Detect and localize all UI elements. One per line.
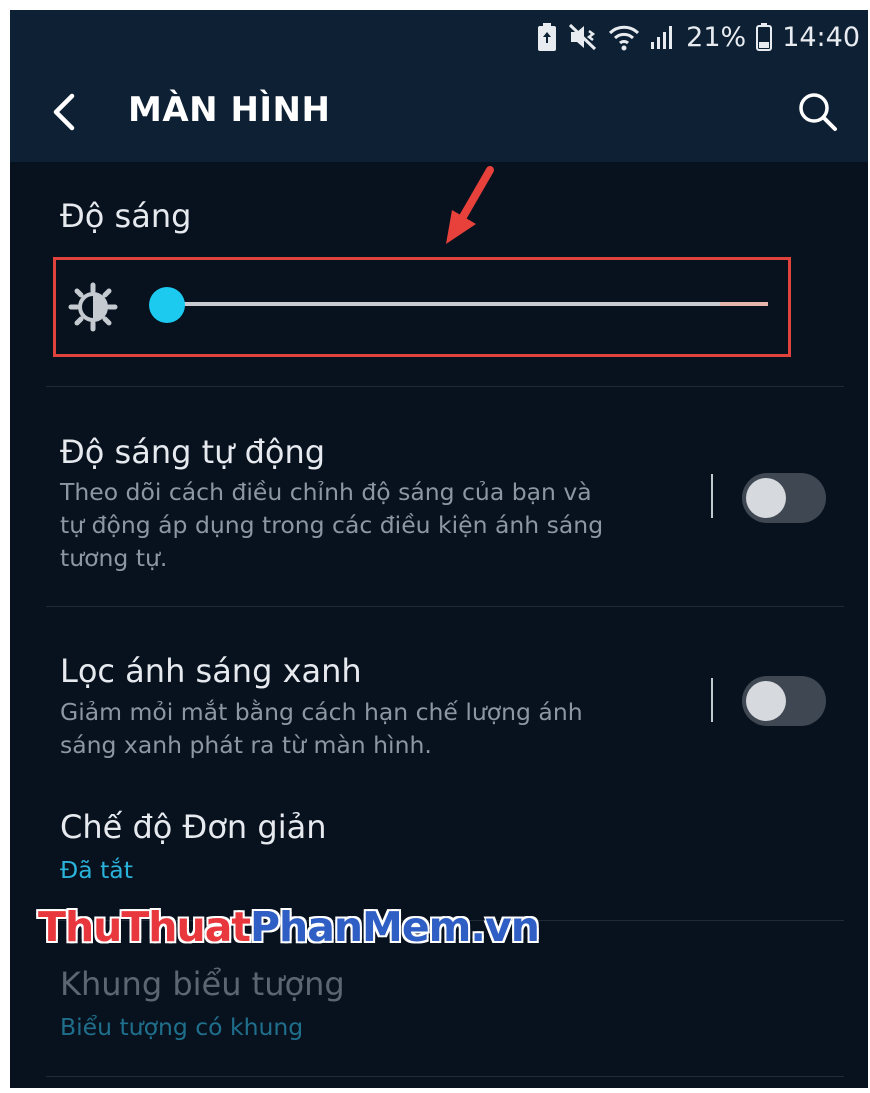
divider [46,386,844,387]
toggle-knob [746,478,786,518]
toggle-separator [711,474,713,518]
chevron-left-icon [53,93,75,131]
watermark-logo: ThuThuatPhanMem.vn [38,903,540,951]
auto-brightness-description: Theo dõi cách điều chỉnh độ sáng của bạn… [60,478,604,572]
status-bar: 21% 14:40 [536,18,860,56]
signal-icon [650,24,676,50]
blue-light-filter-toggle[interactable] [742,676,826,726]
settings-screen: 21% 14:40 MÀN HÌNH Độ sáng Độ sáng tự độ… [10,10,868,1088]
easy-mode-title[interactable]: Chế độ Đơn giản [60,808,326,846]
battery-percent: 21% [686,21,747,53]
brightness-label: Độ sáng [60,197,192,235]
watermark-part3: .vn [470,903,539,951]
watermark-part1: ThuThuat [38,903,251,951]
search-icon [799,93,837,131]
battery-icon [756,23,773,51]
toggle-knob [746,681,786,721]
wifi-icon [608,23,640,51]
toggle-separator [711,678,713,722]
blue-light-filter-description: Giảm mỏi mắt bằng cách hạn chế lượng ánh… [60,698,583,759]
icon-frames-status: Biểu tượng có khung [60,1013,304,1041]
icon-frames-title[interactable]: Khung biểu tượng [60,965,345,1003]
divider [46,1076,844,1077]
battery-saver-icon [536,22,558,52]
auto-brightness-toggle[interactable] [742,473,826,523]
red-arrow-annotation [446,166,494,244]
clock: 14:40 [782,21,860,53]
auto-brightness-title[interactable]: Độ sáng tự động [60,433,325,471]
brightness-slider-track[interactable] [170,302,768,306]
search-button[interactable] [796,90,840,134]
app-bar: 21% 14:40 MÀN HÌNH [10,10,868,162]
brightness-slider-thumb[interactable] [149,287,185,323]
mute-vibrate-icon [568,23,598,51]
page-title: MÀN HÌNH [128,90,331,130]
easy-mode-status: Đã tắt [60,856,133,884]
back-button[interactable] [46,90,86,134]
divider [46,606,844,607]
brightness-icon [68,282,118,337]
blue-light-filter-title[interactable]: Lọc ánh sáng xanh [60,652,362,690]
watermark-part2: PhanMem [249,903,471,951]
